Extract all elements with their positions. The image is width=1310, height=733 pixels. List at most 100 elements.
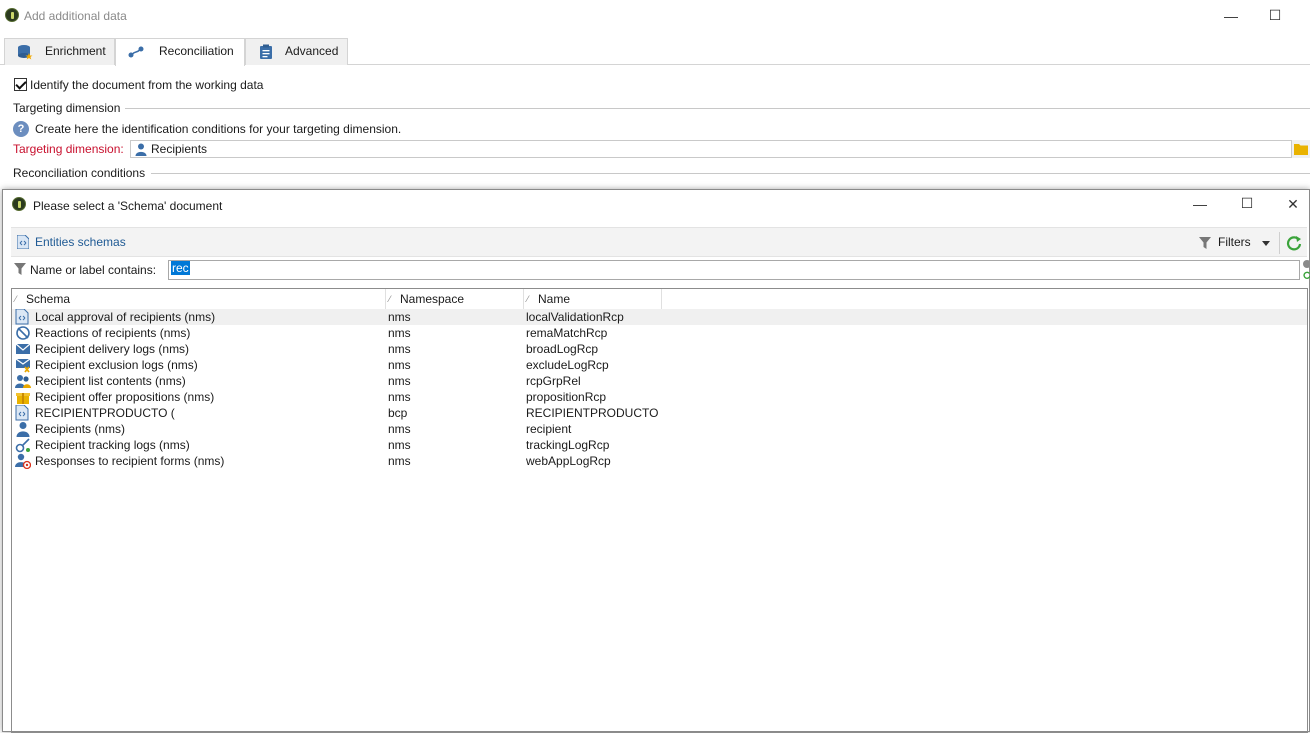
database-star-icon: [18, 45, 33, 60]
toolbar-separator: [1279, 232, 1280, 254]
dialog-maximize-button[interactable]: ☐: [1232, 193, 1262, 213]
cell-name: webAppLogRcp: [526, 454, 611, 468]
entities-schemas-link[interactable]: Entities schemas: [35, 235, 126, 249]
table-row[interactable]: Reactions of recipients (nms) nms remaMatc…: [12, 325, 1307, 341]
search-input[interactable]: rec: [168, 260, 1300, 280]
table-row[interactable]: Responses to recipient forms (nms) nms web…: [12, 453, 1307, 469]
schema-select-dialog: Please select a 'Schema' document — ☐ ✕ …: [2, 189, 1310, 733]
table-row[interactable]: Recipient list contents (nms) nms rcpGrpRe…: [12, 373, 1307, 389]
column-header-schema[interactable]: ⁄ Schema: [12, 289, 386, 309]
column-header-namespace[interactable]: ⁄ Namespace: [386, 289, 524, 309]
schema-doc-icon: [15, 309, 29, 325]
filters-label: Filters: [1218, 235, 1251, 249]
table-row[interactable]: Recipient delivery logs (nms) nms broadLog…: [12, 341, 1307, 357]
chevron-down-icon: [1262, 241, 1270, 246]
filter-funnel-icon: [1199, 237, 1211, 249]
dialog-minimize-button[interactable]: —: [1185, 194, 1215, 214]
cell-namespace: nms: [388, 374, 411, 388]
help-text: Create here the identification condition…: [35, 122, 402, 136]
reaction-icon: [16, 326, 30, 340]
sort-icon: ⁄: [15, 294, 17, 304]
tab-enrichment[interactable]: Enrichment: [4, 38, 115, 65]
app-logo-icon: [12, 197, 26, 211]
cell-name: broadLogRcp: [526, 342, 599, 356]
identify-document-checkbox[interactable]: [14, 78, 27, 91]
filter-funnel-icon: [14, 263, 26, 275]
link-icon: [128, 46, 144, 58]
group-icon: [15, 375, 31, 388]
person-icon: [16, 422, 30, 437]
outer-minimize-button[interactable]: —: [1216, 6, 1246, 26]
folder-icon: [1294, 144, 1308, 155]
outer-window-title: Add additional data: [24, 9, 127, 23]
refresh-icon[interactable]: [1286, 235, 1302, 251]
help-icon: ?: [13, 121, 29, 137]
table-row[interactable]: Recipient offer propositions (nms) nms pro…: [12, 389, 1307, 405]
cell-name: trackingLogRcp: [526, 438, 610, 452]
column-header-name[interactable]: ⁄ Name: [524, 289, 662, 309]
person-icon: [135, 143, 147, 156]
section-reconciliation-conditions: Reconciliation conditions: [13, 166, 146, 180]
cell-name: remaMatchRcp: [526, 326, 608, 340]
clear-filter-icon[interactable]: [1303, 260, 1310, 268]
targeting-dimension-field[interactable]: Recipients: [130, 140, 1292, 158]
tabs-bar: Enrichment Reconciliation Advanced: [0, 38, 1310, 66]
targeting-dimension-value: Recipients: [151, 142, 208, 156]
cell-name: recipient: [526, 422, 572, 436]
cell-namespace: nms: [388, 438, 411, 452]
table-row[interactable]: Recipient tracking logs (nms) nms tracking…: [12, 437, 1307, 453]
envelope-icon: [15, 343, 31, 354]
cell-namespace: bcp: [388, 406, 408, 420]
cell-schema: Recipient tracking logs (nms): [35, 438, 190, 452]
cell-namespace: nms: [388, 326, 411, 340]
cell-name: rcpGrpRel: [526, 374, 581, 388]
sort-icon: ⁄: [527, 294, 529, 304]
tab-enrichment-label: Enrichment: [45, 44, 106, 58]
clipboard-icon: [260, 44, 272, 59]
cell-name: propositionRcp: [526, 390, 607, 404]
cell-schema: Recipient offer propositions (nms): [35, 390, 215, 404]
table-row[interactable]: Local approval of recipients (nms) nms loc…: [12, 309, 1307, 325]
cell-namespace: nms: [388, 422, 411, 436]
outer-titlebar: Add additional data — ☐: [0, 0, 1310, 32]
cell-schema: RECIPIENTPRODUCTO (: [35, 406, 175, 420]
schema-folder-icon: [17, 235, 29, 249]
filters-button[interactable]: Filters: [1197, 232, 1275, 254]
search-input-value: rec: [171, 261, 190, 275]
cell-schema: Recipient delivery logs (nms): [35, 342, 190, 356]
schema-doc-icon: [15, 405, 29, 421]
app-logo-icon: [5, 8, 19, 22]
tab-advanced-label: Advanced: [285, 44, 339, 58]
section-divider: [125, 108, 1310, 109]
section-divider: [151, 173, 1310, 174]
filter-row: Name or label contains: rec: [11, 259, 1310, 281]
tab-reconciliation-label: Reconciliation: [159, 44, 234, 58]
cell-schema: Local approval of recipients (nms): [35, 310, 216, 324]
table-row[interactable]: RECIPIENTPRODUCTO ( bcp RECIPIENTPRODUCTO: [12, 405, 1307, 421]
refresh-filter-icon[interactable]: [1303, 271, 1310, 279]
filter-label: Name or label contains:: [30, 263, 157, 277]
cell-schema: Recipient exclusion logs (nms): [35, 358, 198, 372]
identify-document-label: Identify the document from the working d…: [30, 78, 264, 92]
cell-name: localValidationRcp: [526, 310, 624, 324]
targeting-dimension-label: Targeting dimension:: [13, 142, 124, 156]
cell-schema: Reactions of recipients (nms): [35, 326, 191, 340]
outer-maximize-button[interactable]: ☐: [1260, 5, 1290, 25]
envelope-exclusion-icon: [15, 358, 31, 373]
dialog-title: Please select a 'Schema' document: [33, 199, 223, 213]
section-targeting-dimension: Targeting dimension: [13, 101, 121, 115]
cell-name: excludeLogRcp: [526, 358, 609, 372]
table-row[interactable]: Recipient exclusion logs (nms) nms exclude…: [12, 357, 1307, 373]
gift-icon: [16, 393, 30, 404]
tab-reconciliation[interactable]: Reconciliation: [115, 38, 245, 66]
select-folder-button[interactable]: [1292, 140, 1310, 158]
cell-namespace: nms: [388, 342, 411, 356]
tab-advanced[interactable]: Advanced: [245, 38, 348, 65]
table-row[interactable]: Recipients (nms) nms recipient: [12, 421, 1307, 437]
cell-namespace: nms: [388, 454, 411, 468]
cell-name: RECIPIENTPRODUCTO: [526, 406, 659, 420]
cell-schema: Recipient list contents (nms): [35, 374, 186, 388]
dialog-close-button[interactable]: ✕: [1278, 194, 1308, 214]
person-at-icon: [15, 453, 31, 469]
sort-icon: ⁄: [389, 294, 391, 304]
